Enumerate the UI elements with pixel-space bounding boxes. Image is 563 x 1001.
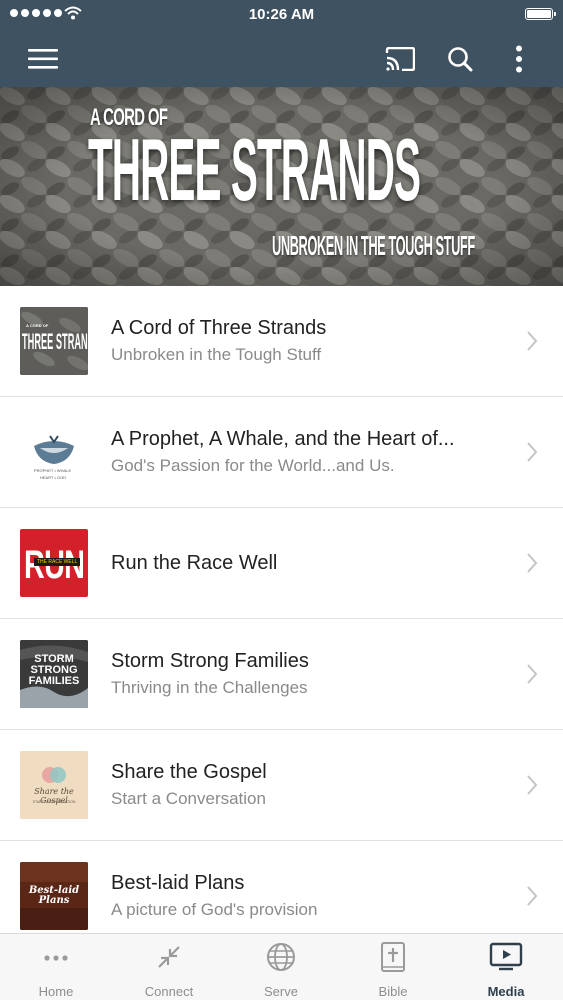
tab-label: Media bbox=[487, 984, 525, 999]
tab-label: Bible bbox=[378, 984, 408, 999]
series-row-three-strands[interactable]: A CORD OF THREE STRANDS A Cord of Three … bbox=[0, 286, 563, 397]
more-horizontal-icon bbox=[44, 955, 68, 961]
search-icon bbox=[448, 47, 473, 72]
media-play-icon bbox=[489, 942, 523, 971]
bible-icon bbox=[381, 942, 405, 972]
series-thumbnail: PROPHET • WHALE HEART • GOD bbox=[20, 418, 88, 486]
tab-serve[interactable]: Serve bbox=[225, 934, 337, 1001]
tab-label: Home bbox=[38, 984, 74, 999]
series-subtitle: Unbroken in the Tough Stuff bbox=[111, 345, 322, 364]
series-row-prophet-whale[interactable]: PROPHET • WHALE HEART • GOD A Prophet, A… bbox=[0, 397, 563, 508]
series-row-storm-strong[interactable]: STORM STRONG FAMILIES Storm Strong Famil… bbox=[0, 619, 563, 730]
series-thumbnail: Share the Gospel START A CONVERSATION bbox=[20, 751, 88, 819]
bottom-tab-bar: Home Connect Serve Bible Media bbox=[0, 933, 563, 1000]
series-thumbnail: RUN THE RACE WELL bbox=[20, 529, 88, 597]
tab-label: Connect bbox=[144, 984, 194, 999]
series-title: Storm Strong Families bbox=[111, 650, 309, 672]
battery-icon bbox=[525, 8, 556, 20]
series-subtitle: Thriving in the Challenges bbox=[111, 678, 308, 697]
series-thumbnail: STORM STRONG FAMILIES bbox=[20, 640, 88, 708]
more-options-button[interactable] bbox=[498, 38, 540, 80]
more-vertical-icon bbox=[516, 45, 522, 73]
globe-icon bbox=[267, 943, 295, 971]
series-title: Best-laid Plans bbox=[111, 872, 245, 894]
status-time: 10:26 AM bbox=[248, 6, 315, 23]
chevron-right-icon bbox=[527, 664, 538, 684]
hamburger-icon bbox=[28, 49, 58, 69]
series-title: Run the Race Well bbox=[111, 552, 278, 574]
tab-connect[interactable]: Connect bbox=[113, 934, 225, 1001]
search-button[interactable] bbox=[439, 38, 481, 80]
hero-subtitle: UNBROKEN IN THE TOUGH STUFF bbox=[272, 230, 475, 261]
series-row-best-laid-plans[interactable]: Best-laid Plans Best-laid Plans A pictur… bbox=[0, 841, 563, 933]
series-list: A CORD OF THREE STRANDS A Cord of Three … bbox=[0, 286, 563, 933]
tab-home[interactable]: Home bbox=[0, 934, 112, 1001]
top-nav-bar bbox=[0, 30, 563, 87]
series-title: Share the Gospel bbox=[111, 761, 267, 783]
menu-button[interactable] bbox=[22, 38, 64, 80]
series-subtitle: God's Passion for the World...and Us. bbox=[111, 456, 395, 475]
status-bar: 10:26 AM bbox=[0, 0, 563, 30]
cast-icon bbox=[385, 47, 415, 71]
cast-button[interactable] bbox=[379, 38, 421, 80]
series-subtitle: A picture of God's provision bbox=[111, 900, 318, 919]
chevron-right-icon bbox=[527, 886, 538, 906]
chevron-right-icon bbox=[527, 331, 538, 351]
tab-label: Serve bbox=[264, 984, 298, 999]
series-title: A Prophet, A Whale, and the Heart of... bbox=[111, 428, 455, 450]
featured-series-banner[interactable]: A CORD OF THREE STRANDS UNBROKEN IN THE … bbox=[0, 87, 563, 286]
series-thumbnail: Best-laid Plans bbox=[20, 862, 88, 930]
tab-media[interactable]: Media bbox=[450, 934, 562, 1001]
series-row-share-gospel[interactable]: Share the Gospel START A CONVERSATION Sh… bbox=[0, 730, 563, 841]
series-row-run-the-race[interactable]: RUN THE RACE WELL Run the Race Well bbox=[0, 508, 563, 619]
series-title: A Cord of Three Strands bbox=[111, 317, 327, 339]
tab-bible[interactable]: Bible bbox=[337, 934, 449, 1001]
chevron-right-icon bbox=[527, 553, 538, 573]
chevron-right-icon bbox=[527, 442, 538, 462]
hero-title: THREE STRANDS bbox=[88, 120, 421, 219]
gospel-thumbnail-image bbox=[20, 751, 88, 819]
chevron-right-icon bbox=[527, 775, 538, 795]
connect-arrows-icon bbox=[158, 946, 180, 968]
series-thumbnail: A CORD OF THREE STRANDS bbox=[20, 307, 88, 375]
series-subtitle: Start a Conversation bbox=[111, 789, 266, 808]
